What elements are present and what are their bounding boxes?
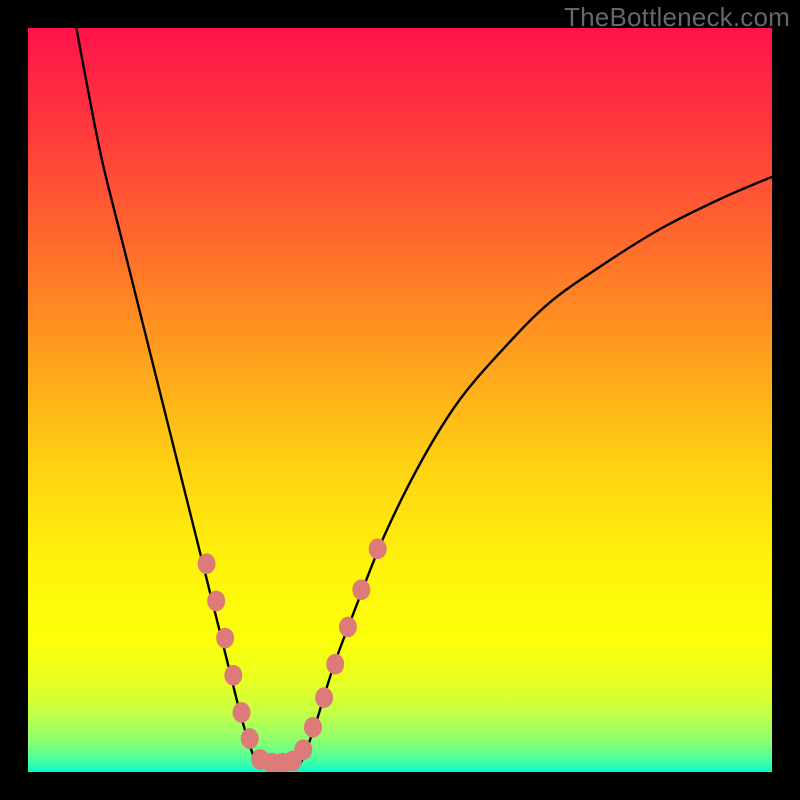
highlight-dot xyxy=(326,654,344,675)
highlight-dot xyxy=(369,538,387,559)
highlight-dot xyxy=(251,749,269,770)
highlight-dot xyxy=(241,728,259,749)
highlight-dot xyxy=(294,739,312,760)
highlight-dot xyxy=(216,628,234,649)
highlight-dot xyxy=(207,591,225,612)
chart-frame: TheBottleneck.com xyxy=(0,0,800,800)
watermark-text: TheBottleneck.com xyxy=(564,2,790,33)
highlight-dot xyxy=(224,665,242,686)
curve-path xyxy=(76,28,772,769)
highlight-dot xyxy=(233,702,251,723)
highlight-dot xyxy=(284,750,302,771)
highlight-dot xyxy=(273,753,291,772)
highlight-dot xyxy=(352,579,370,600)
highlight-dot xyxy=(198,553,216,574)
plot-area xyxy=(28,28,772,772)
highlight-dot xyxy=(263,753,281,772)
highlight-dot xyxy=(339,617,357,638)
bottleneck-curve xyxy=(28,28,772,772)
highlight-dot xyxy=(304,717,322,738)
highlight-dot xyxy=(315,687,333,708)
